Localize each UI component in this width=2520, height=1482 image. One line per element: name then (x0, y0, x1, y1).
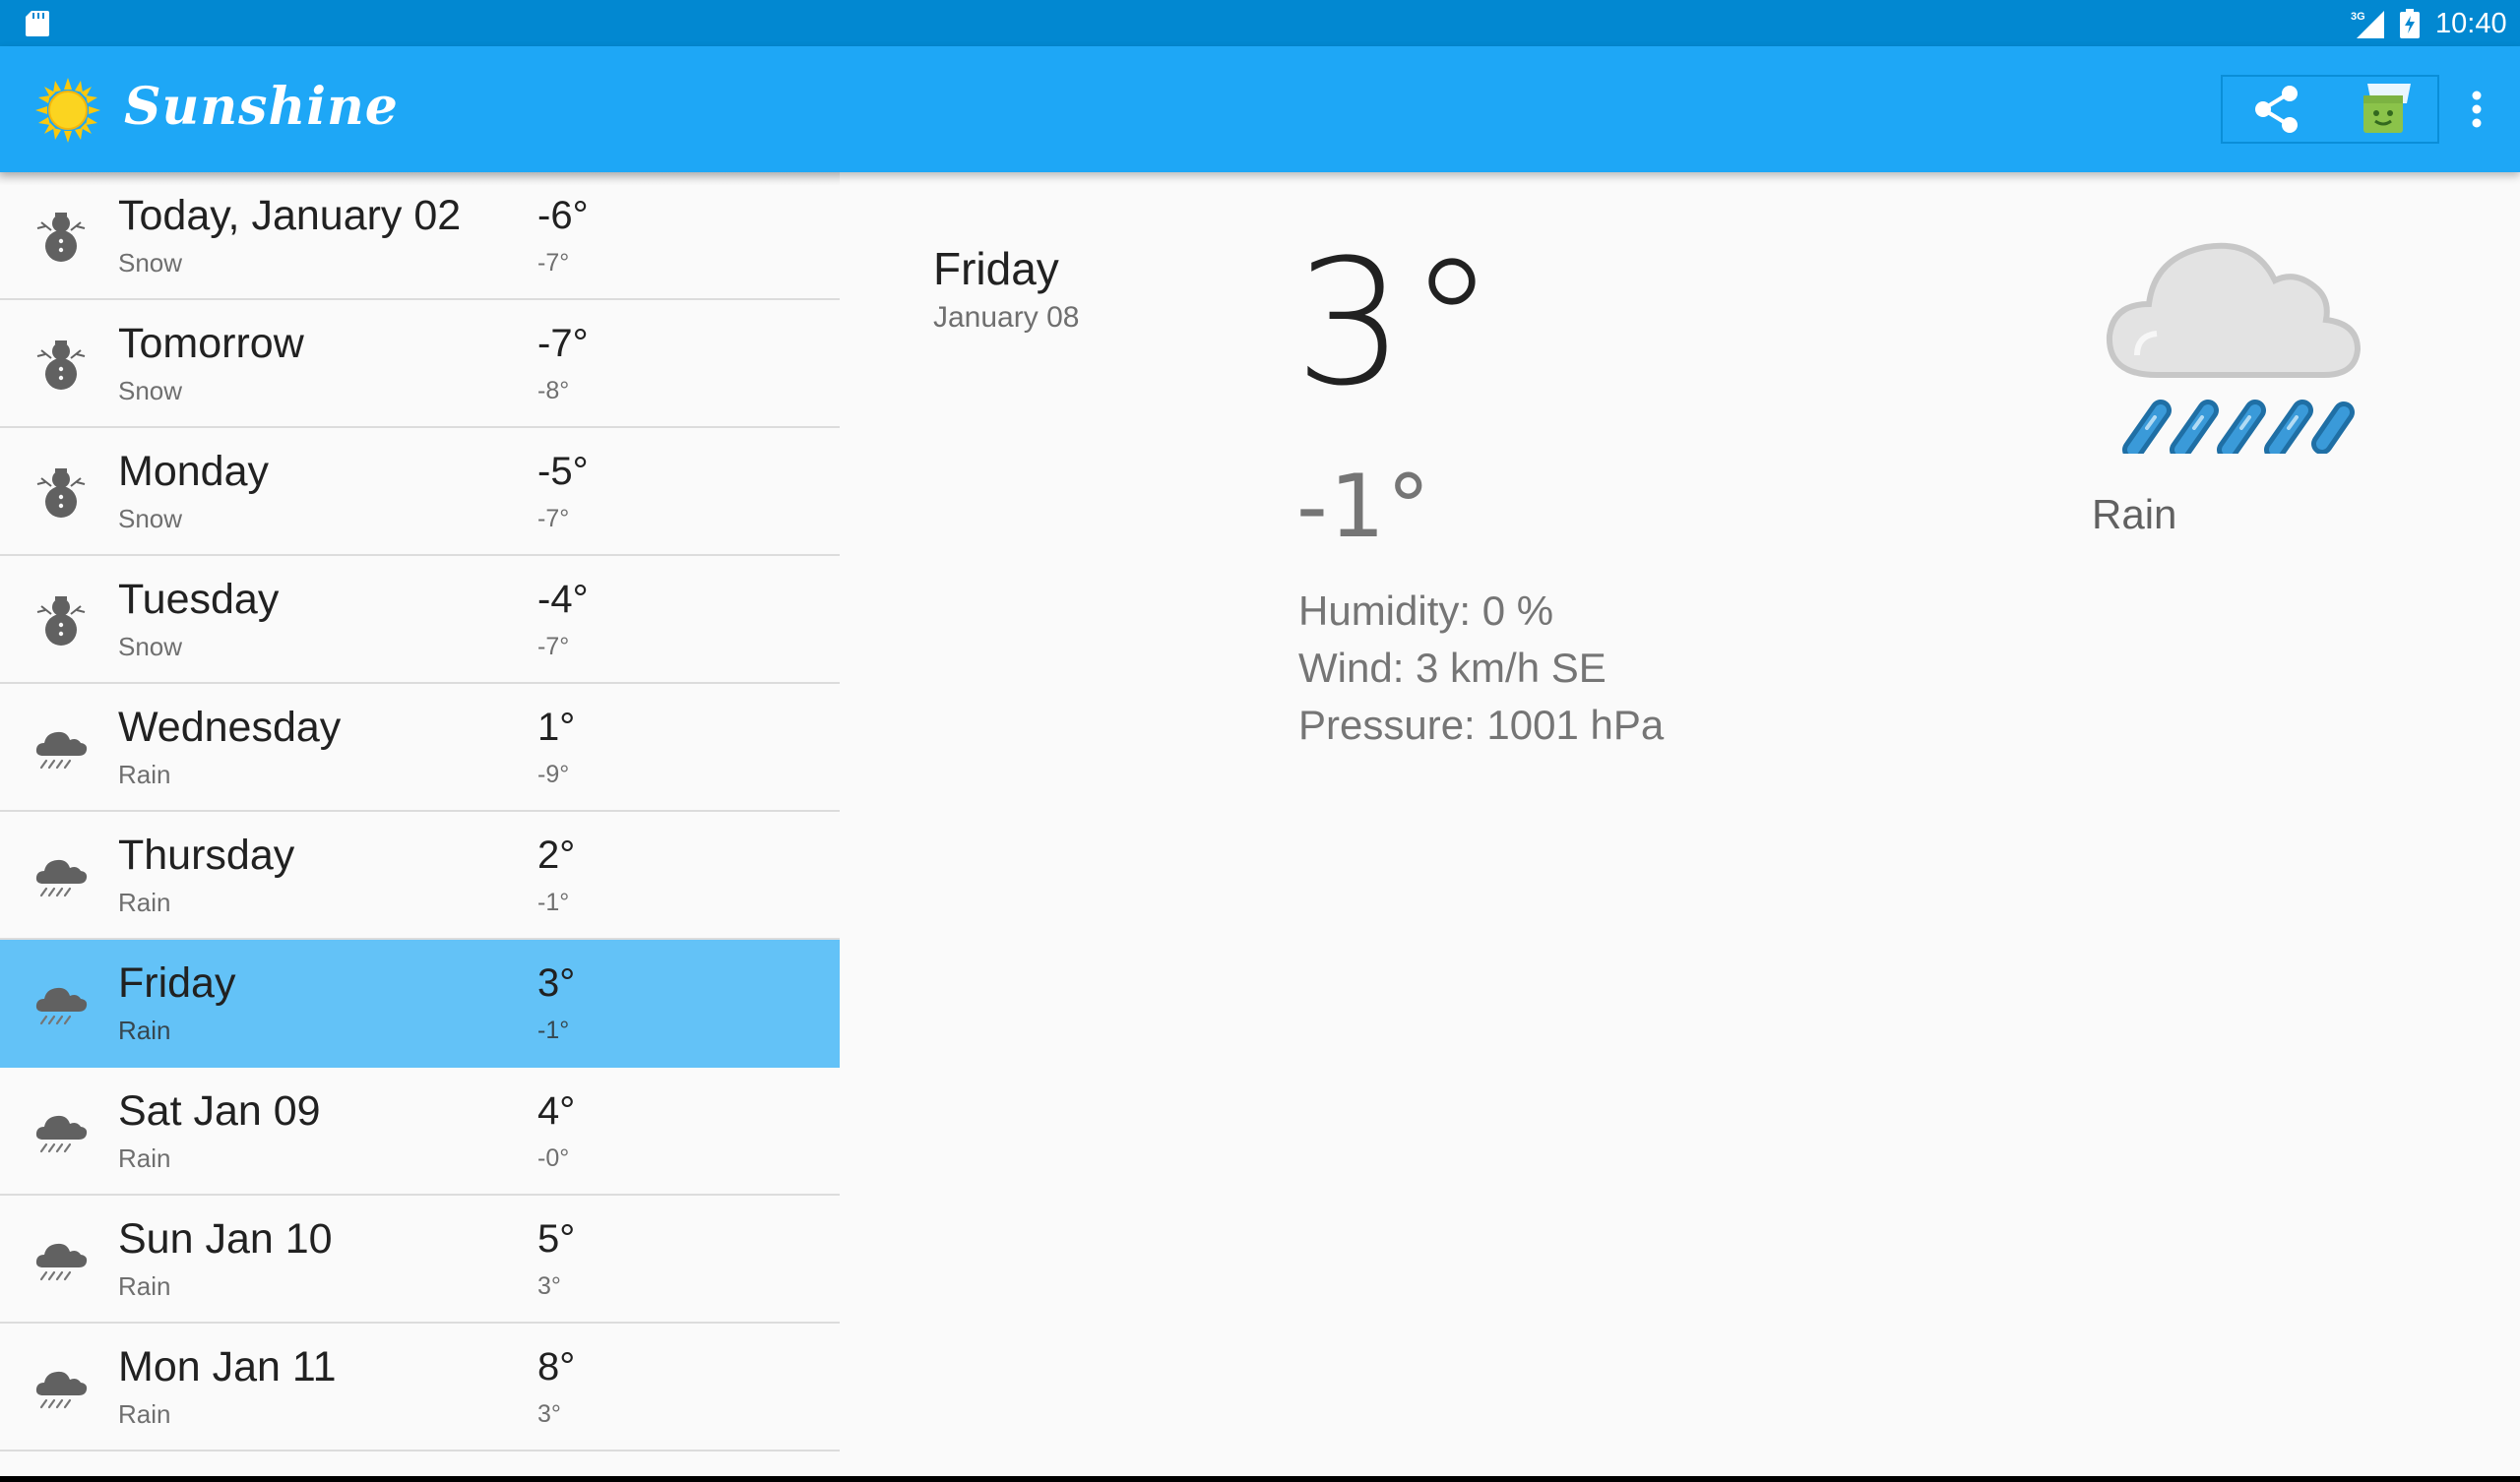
sd-card-icon (26, 11, 49, 36)
forecast-description: Snow (118, 632, 183, 661)
forecast-row[interactable]: Today, January 02 Snow -6° -7° (0, 172, 840, 300)
forecast-high-temp: 2° (537, 834, 576, 877)
forecast-description: Rain (118, 1016, 171, 1045)
forecast-low-temp: -9° (537, 761, 570, 788)
forecast-low-temp: -1° (537, 1017, 570, 1044)
forecast-day: Wednesday (118, 704, 342, 751)
forecast-high-temp: -7° (537, 322, 589, 365)
detail-day-name: Friday (933, 243, 1059, 294)
rain-icon (32, 1358, 91, 1417)
rain-cloud-art-icon (2106, 242, 2362, 454)
share-icon (2255, 86, 2298, 133)
snow-icon (32, 207, 91, 266)
forecast-day: Monday (118, 448, 269, 495)
forecast-description: Snow (118, 504, 183, 533)
detail-pane: Friday January 08 3° -1° Humidity: 0 % W… (840, 172, 2520, 1482)
forecast-low-temp: -7° (537, 249, 570, 277)
forecast-day: Sat Jan 09 (118, 1087, 321, 1135)
rain-icon (32, 1102, 91, 1161)
app-bar: Sunshine (0, 46, 2520, 172)
forecast-day: Thursday (118, 832, 295, 879)
forecast-row[interactable]: Monday Snow -5° -7° (0, 428, 840, 556)
forecast-description: Snow (118, 376, 183, 405)
forecast-row[interactable]: Tuesday Snow -4° -7° (0, 556, 840, 684)
status-bar: 3G 10:40 (0, 0, 2520, 46)
forecast-row[interactable]: Sat Jan 09 Rain 4° -0° (0, 1068, 840, 1196)
overflow-menu-button[interactable] (2455, 78, 2498, 141)
forecast-low-temp: -0° (537, 1144, 570, 1172)
forecast-high-temp: 1° (537, 706, 576, 749)
detail-low-temperature: -1° (1296, 456, 1432, 557)
forecast-row[interactable]: Thursday Rain 2° -1° (0, 812, 840, 940)
signal-icon: 3G (2351, 11, 2384, 38)
forecast-low-temp: 3° (537, 1400, 561, 1428)
bottom-edge (0, 1476, 2520, 1482)
forecast-high-temp: 5° (537, 1217, 576, 1261)
snow-icon (32, 463, 91, 522)
forecast-description: Rain (118, 1143, 171, 1173)
forecast-row[interactable]: Tomorrow Snow -7° -8° (0, 300, 840, 428)
forecast-day: Today, January 02 (118, 192, 462, 239)
forecast-low-temp: -1° (537, 889, 570, 916)
rain-icon (32, 1230, 91, 1289)
forecast-day: Mon Jan 11 (118, 1343, 337, 1390)
detail-humidity: Humidity: 0 % (1298, 587, 1554, 634)
forecast-day: Tuesday (118, 576, 280, 623)
forecast-row[interactable]: Sun Jan 10 Rain 5° 3° (0, 1196, 840, 1324)
forecast-low-temp: -7° (537, 505, 570, 532)
network-type-label: 3G (2351, 11, 2365, 23)
detail-description: Rain (2092, 491, 2177, 537)
forecast-high-temp: -5° (537, 450, 589, 493)
detail-pressure: Pressure: 1001 hPa (1298, 702, 1665, 748)
forecast-high-temp: 3° (537, 961, 576, 1005)
forecast-low-temp: 3° (537, 1272, 561, 1300)
forecast-high-temp: -4° (537, 578, 589, 621)
forecast-description: Rain (118, 888, 171, 917)
snow-icon (32, 590, 91, 649)
forecast-high-temp: 8° (537, 1345, 576, 1389)
status-time: 10:40 (2435, 8, 2507, 39)
forecast-description: Rain (118, 1399, 171, 1429)
forecast-day: Sun Jan 10 (118, 1215, 333, 1263)
forecast-high-temp: 4° (537, 1089, 576, 1133)
forecast-row[interactable]: Wednesday Rain 1° -9° (0, 684, 840, 812)
app-screen: 3G 10:40 Sunshine Today, January 02 Snow… (0, 0, 2520, 1482)
rain-icon (32, 974, 91, 1033)
forecast-low-temp: -7° (537, 633, 570, 660)
snow-icon (32, 335, 91, 394)
forecast-description: Rain (118, 760, 171, 789)
detail-date: January 08 (933, 301, 1080, 334)
forecast-list: Today, January 02 Snow -6° -7° Tomorrow Snow -… (0, 172, 840, 1482)
action-bar-group (2221, 75, 2439, 144)
battery-icon (2400, 9, 2420, 38)
forecast-row[interactable]: Friday Rain 3° -1° (0, 940, 840, 1068)
share-button[interactable] (2223, 77, 2331, 142)
shopping-cart-button[interactable] (2331, 77, 2439, 142)
app-title: Sunshine (124, 77, 399, 137)
overflow-menu-icon (2472, 91, 2482, 128)
detail-high-temperature: 3° (1294, 222, 1499, 424)
rain-icon (32, 846, 91, 905)
forecast-low-temp: -8° (537, 377, 570, 404)
forecast-day: Friday (118, 959, 236, 1007)
forecast-description: Rain (118, 1271, 171, 1301)
forecast-high-temp: -6° (537, 194, 589, 237)
forecast-description: Snow (118, 248, 183, 278)
sun-icon (35, 78, 100, 143)
forecast-row[interactable]: Mon Jan 11 Rain 8° 3° (0, 1324, 840, 1451)
forecast-day: Tomorrow (118, 320, 304, 367)
detail-wind: Wind: 3 km/h SE (1298, 645, 1606, 691)
rain-icon (32, 718, 91, 777)
shopping-cart-icon (2363, 84, 2411, 133)
